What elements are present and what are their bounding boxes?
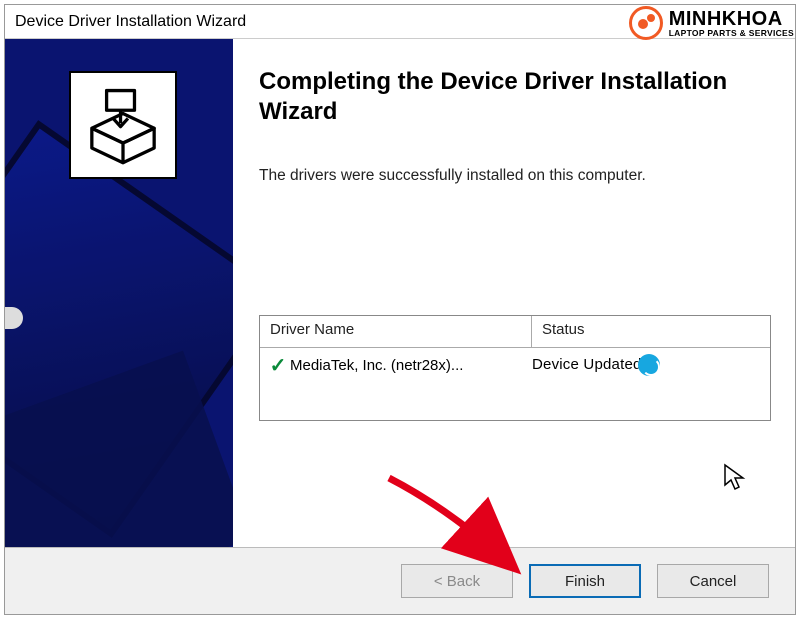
status-text: Device Updated (532, 356, 642, 373)
success-message: The drivers were successfully installed … (259, 167, 771, 185)
driver-name-cell: MediaTek, Inc. (netr28x)... (290, 357, 532, 374)
cancel-button[interactable]: Cancel (657, 564, 769, 598)
content-area: Completing the Device Driver Installatio… (5, 39, 795, 549)
progress-spinner-icon (638, 354, 660, 376)
back-button: < Back (401, 564, 513, 598)
wizard-window: Device Driver Installation Wizard (4, 4, 796, 615)
col-header-name: Driver Name (260, 316, 532, 347)
install-box-icon (69, 71, 177, 179)
driver-table: Driver Name Status ✓ MediaTek, Inc. (net… (259, 315, 771, 421)
titlebar: Device Driver Installation Wizard (5, 5, 795, 39)
checkmark-icon: ✓ (266, 353, 290, 378)
table-header: Driver Name Status (260, 316, 770, 348)
table-row: ✓ MediaTek, Inc. (netr28x)... Device Upd… (260, 348, 770, 382)
mouse-cursor-icon (723, 463, 749, 493)
page-heading: Completing the Device Driver Installatio… (259, 67, 771, 127)
finish-button[interactable]: Finish (529, 564, 641, 598)
wizard-sidebar (5, 39, 233, 549)
driver-status-cell: Device Updated (532, 354, 660, 376)
wizard-main: Completing the Device Driver Installatio… (233, 39, 795, 549)
window-title: Device Driver Installation Wizard (15, 13, 246, 31)
button-row: < Back Finish Cancel (5, 547, 795, 614)
col-header-status: Status (532, 316, 770, 347)
